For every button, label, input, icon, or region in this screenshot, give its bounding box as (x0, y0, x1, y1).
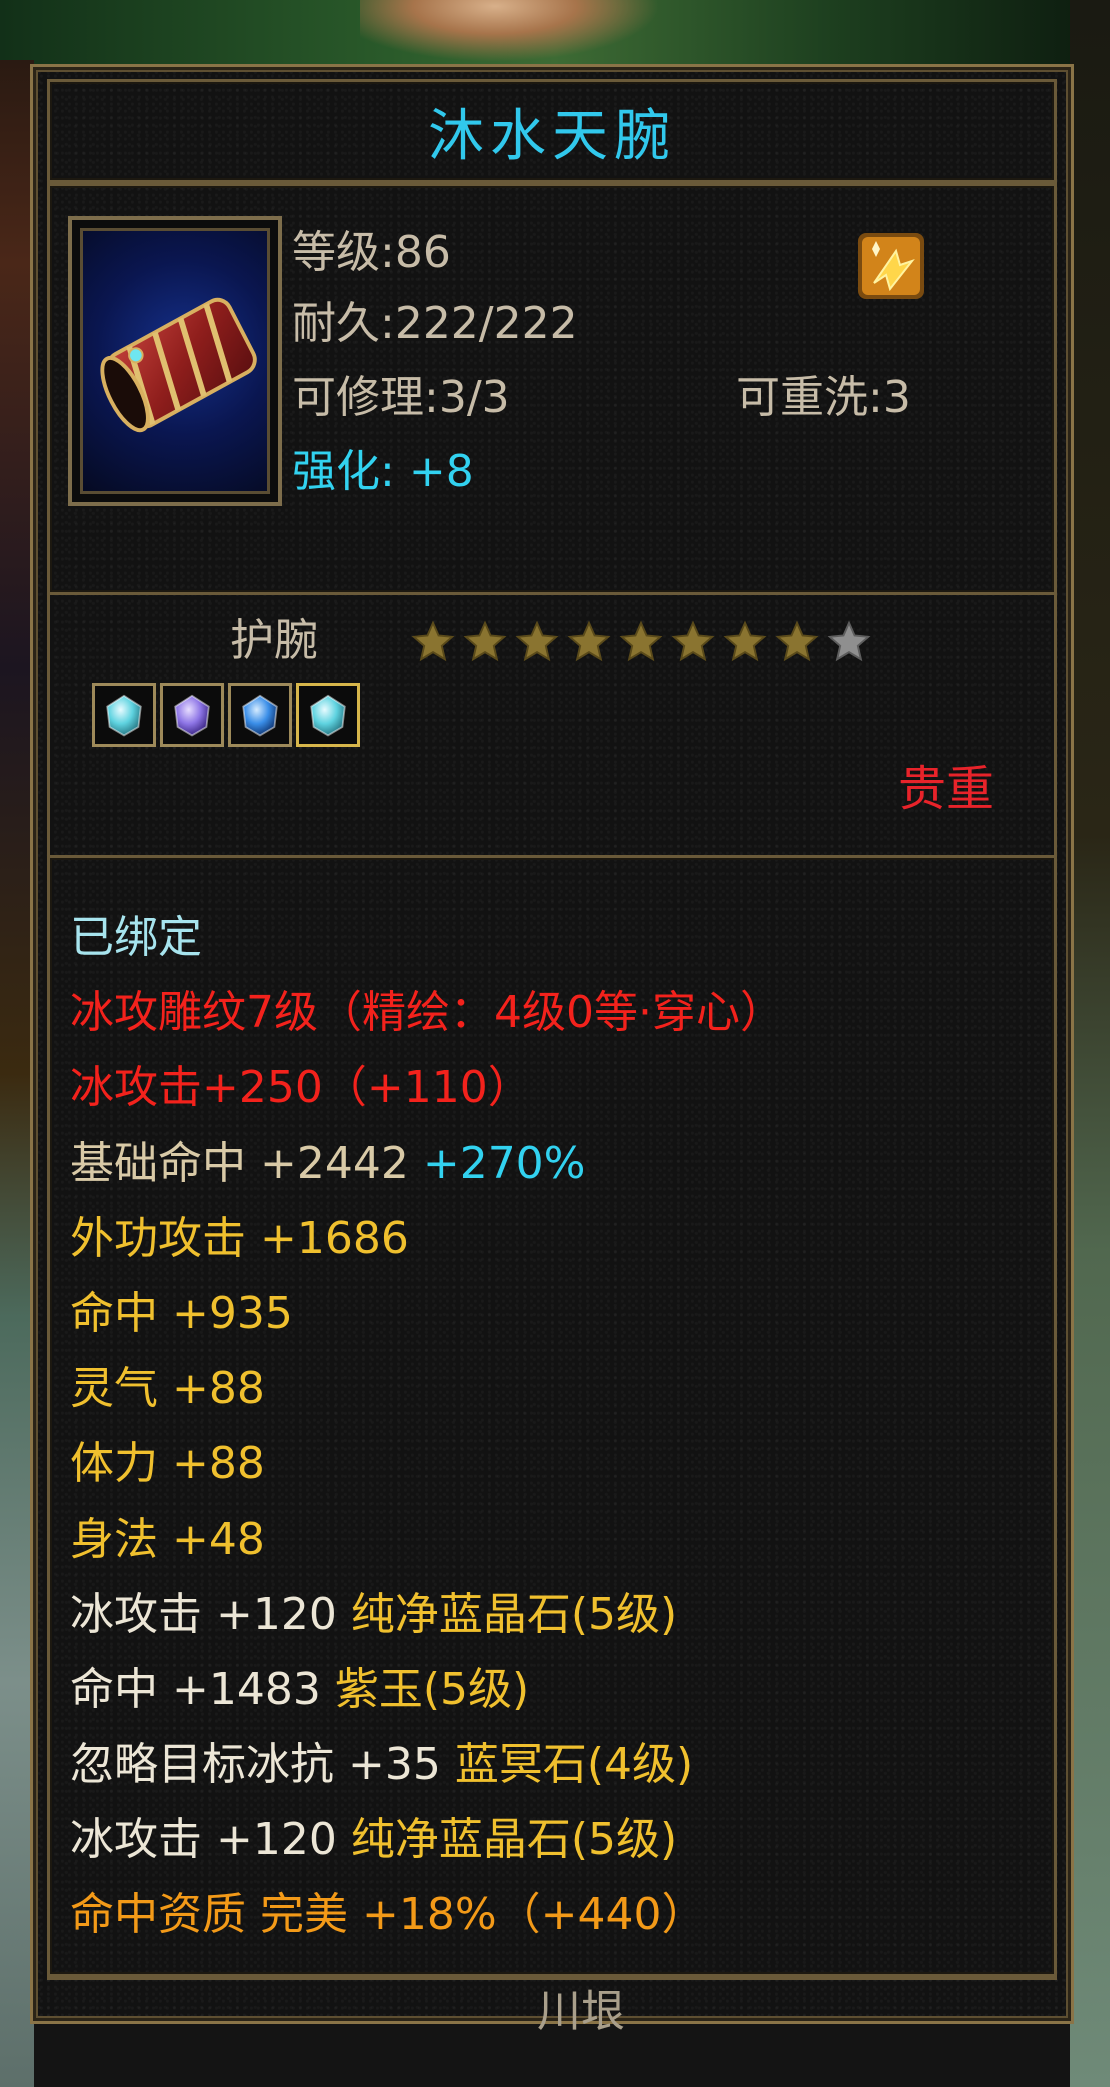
star-rating (410, 619, 872, 665)
star-filled-icon (723, 620, 767, 662)
attribute-line: 冰攻击+250（+110） (70, 1050, 784, 1125)
item-name: 沐水天腕 (428, 103, 676, 169)
attribute-line: 命中资质 完美 +18%（+440） (70, 1877, 784, 1952)
attribute-line: 体力 +88 (70, 1426, 784, 1501)
star-filled-icon (411, 620, 455, 662)
attribute-line: 冰攻击 +120 纯净蓝晶石(5级) (70, 1577, 784, 1652)
attribute-line: 灵气 +88 (70, 1351, 784, 1426)
attribute-line: 基础命中 +2442 +270% (70, 1126, 784, 1201)
enhance-value: +8 (408, 446, 474, 497)
blue-gem-icon (242, 694, 278, 737)
game-scene-left-edge (0, 60, 34, 2087)
gem-slot[interactable] (160, 683, 224, 747)
character-figure (360, 0, 660, 62)
gem-slot[interactable] (228, 683, 292, 747)
star-filled-icon (671, 620, 715, 662)
bracer-icon (80, 228, 270, 494)
gem-slots (92, 683, 360, 747)
item-icon-frame (68, 216, 282, 506)
item-rewashable: 可重洗:3 (736, 372, 911, 423)
attribute-line: 命中 +935 (70, 1276, 784, 1351)
attribute-text: 冰攻击 +120 (70, 1814, 351, 1866)
star-filled-icon (463, 620, 507, 662)
attribute-line: 忽略目标冰抗 +35 蓝冥石(4级) (70, 1727, 784, 1802)
star-empty-icon (827, 620, 871, 662)
star-filled-icon (775, 620, 819, 662)
attribute-text: 冰攻击 +120 (70, 1588, 351, 1640)
attribute-line: 已绑定 (70, 900, 784, 975)
item-durability: 耐久:222/222 (292, 298, 578, 349)
star-filled-icon (567, 620, 611, 662)
attribute-text: 忽略目标冰抗 +35 (70, 1739, 455, 1791)
attribute-text: 纯净蓝晶石(5级) (350, 1588, 678, 1640)
attribute-line: 冰攻击 +120 纯净蓝晶石(5级) (70, 1802, 784, 1877)
attribute-list: 已绑定冰攻雕纹7级（精绘：4级0等·穿心） 冰攻击+250（+110） 基础命中 +… (70, 900, 784, 1953)
attribute-text: 外功攻击 +1686 (70, 1212, 409, 1264)
attribute-line: 命中 +1483 紫玉(5级) (70, 1652, 784, 1727)
attribute-text: 灵气 +88 (70, 1363, 265, 1415)
attribute-text: 体力 +88 (70, 1438, 265, 1490)
item-title-box: 沐水天腕 (47, 79, 1057, 183)
item-info-box: 等级:86 耐久:222/222 可修理:3/3 可重洗:3 强化: +8 (47, 183, 1057, 595)
attribute-text: 紫玉(5级) (334, 1663, 530, 1715)
footer-strip: 川垠 (47, 1977, 1057, 2034)
cyan-gem-icon (310, 694, 346, 737)
item-type-box: 护腕 贵重 (47, 595, 1057, 855)
item-repairable: 可修理:3/3 (292, 372, 510, 423)
gem-slot[interactable] (296, 683, 360, 747)
star-filled-icon (619, 620, 663, 662)
attribute-text: 纯净蓝晶石(5级) (350, 1814, 678, 1866)
star-filled-icon (515, 620, 559, 662)
attribute-text: 命中 +935 (70, 1287, 293, 1339)
item-level: 等级:86 (292, 227, 451, 278)
enhance-label: 强化: (292, 446, 395, 497)
attribute-line: 身法 +48 (70, 1502, 784, 1577)
attribute-line: 外功攻击 +1686 (70, 1201, 784, 1276)
attribute-text: 冰攻雕纹7级（精绘：4级0等·穿心） (70, 987, 784, 1039)
gem-slot[interactable] (92, 683, 156, 747)
attribute-text: 已绑定 (70, 912, 202, 963)
attribute-line: 冰攻雕纹7级（精绘：4级0等·穿心） (70, 975, 784, 1050)
attribute-box: 已绑定冰攻雕纹7级（精绘：4级0等·穿心） 冰攻击+250（+110） 基础命中 +… (47, 855, 1057, 1977)
item-quality: 贵重 (897, 761, 994, 817)
item-type: 护腕 (230, 615, 318, 666)
item-tooltip: 沐水天腕 等级:86 耐久:222/222 可修理:3/3 可重洗:3 强化: … (30, 64, 1074, 2034)
attribute-text: 基础命中 +2442 (70, 1137, 423, 1189)
item-enhance: 强化: +8 (292, 450, 474, 494)
game-scene-right-edge (1070, 0, 1110, 2087)
attribute-text: 命中 +1483 (70, 1663, 335, 1715)
cyan-gem-icon (106, 694, 142, 737)
footer-text: 川垠 (537, 1986, 625, 2037)
attribute-text: 命中资质 完美 +18%（+440） (70, 1889, 706, 1941)
attribute-text: +270% (422, 1137, 586, 1189)
attribute-text: 蓝冥石(4级) (454, 1739, 694, 1791)
sparkle-badge-icon (858, 233, 924, 299)
attribute-text: 冰攻击+250（+110） (70, 1062, 532, 1114)
purple-gem-icon (174, 694, 210, 737)
attribute-text: 身法 +48 (70, 1513, 265, 1565)
